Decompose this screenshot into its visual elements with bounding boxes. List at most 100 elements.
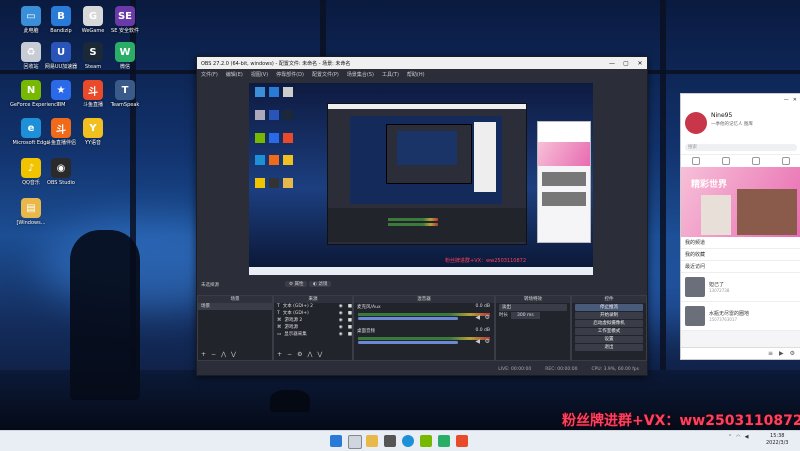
transition-select[interactable]: 淡出 [499, 304, 567, 311]
minimize-icon[interactable]: — [605, 60, 619, 67]
video-icon[interactable]: ▶ [779, 350, 784, 357]
desktop-icon[interactable]: ▤ [Windows... [16, 198, 46, 226]
menu-edit[interactable]: 编辑(E) [226, 71, 243, 78]
remove-icon[interactable]: − [287, 351, 292, 358]
list-item[interactable]: 我的频道 [681, 237, 800, 249]
eye-icon[interactable]: ◉ [339, 303, 343, 310]
gear-icon[interactable]: ⚙ [297, 351, 302, 358]
sources-panel: 来源 T 文本 (GDI+) 2 ◉ ■ T 文本 (GDI+) ◉ ■ ⌘ 游戏源 2 ◉ ■ … [273, 295, 353, 361]
menu-docks[interactable]: 停靠部件(D) [276, 71, 304, 78]
eye-icon[interactable]: ◉ [339, 310, 343, 317]
wifi-icon[interactable]: ◠ [736, 434, 740, 440]
qq-music-icon[interactable] [420, 435, 432, 447]
list-item[interactable]: 最近访问 [681, 261, 800, 273]
lock-icon[interactable]: ■ [348, 324, 352, 331]
gear-icon[interactable]: ⚙ [485, 314, 490, 321]
chevron-up-icon[interactable]: ⌃ [728, 434, 732, 440]
channel-tab-icon[interactable] [752, 157, 760, 165]
source-item[interactable]: ⌘ 游戏源 2 ◉ ■ [274, 317, 352, 324]
down-icon[interactable]: ⋁ [231, 351, 236, 358]
minimize-icon[interactable]: — [784, 97, 789, 103]
task-view-icon[interactable] [384, 435, 396, 447]
eye-icon[interactable]: ◉ [339, 324, 343, 331]
gear-icon[interactable]: ⚙ [485, 338, 490, 345]
source-item[interactable]: T 文本 (GDI+) ◉ ■ [274, 310, 352, 317]
mixer-channel-name: 桌面音频 [357, 329, 375, 334]
speaker-icon[interactable]: ◀ [475, 314, 480, 321]
file-explorer-icon[interactable] [366, 435, 378, 447]
transitions-panel: 转场特效 淡出 时长 300 ms [495, 295, 571, 361]
stop-streaming-button[interactable]: 停止推流 [575, 304, 643, 311]
eye-icon[interactable]: ◉ [339, 317, 343, 324]
lock-icon[interactable]: ■ [348, 331, 352, 338]
up-icon[interactable]: ⋀ [221, 351, 226, 358]
speaker-icon[interactable]: ◀ [745, 434, 749, 440]
up-icon[interactable]: ⋀ [307, 351, 312, 358]
close-icon[interactable]: ✕ [793, 97, 797, 103]
avatar[interactable] [685, 112, 707, 134]
desktop-icon[interactable]: Y YY语音 [78, 118, 108, 146]
desktop-icon[interactable]: T TeamSpeak [110, 80, 140, 108]
close-icon[interactable]: ✕ [633, 60, 647, 67]
exit-button[interactable]: 退出 [575, 344, 643, 351]
douyu-icon[interactable] [456, 435, 468, 447]
message-tab-icon[interactable] [692, 157, 700, 165]
gear-icon[interactable]: ⚙ [790, 350, 795, 357]
clock[interactable]: 15:38 2022/3/3 [766, 433, 788, 447]
menu-icon[interactable]: ≡ [768, 350, 773, 357]
volume-slider[interactable] [358, 341, 458, 344]
obs-window[interactable]: OBS 27.2.0 (64-bit, windows) - 配置文件: 未命名… [196, 56, 648, 376]
maximize-icon[interactable]: ▢ [619, 60, 633, 67]
search-icon[interactable] [348, 435, 362, 449]
list-item[interactable]: 水瓶无尽雷的圈地 15073763017 [681, 302, 800, 331]
wechat-icon[interactable] [438, 435, 450, 447]
studio-mode-button[interactable]: 工作室模式 [575, 328, 643, 335]
speaker-icon[interactable]: ◀ [475, 338, 480, 345]
add-icon[interactable]: + [201, 351, 206, 358]
start-virtual-camera-button[interactable]: 启动虚拟摄像机 [575, 320, 643, 327]
menu-profile[interactable]: 配置文件(P) [312, 71, 339, 78]
qq-banner[interactable]: 精彩世界 [681, 167, 800, 237]
down-icon[interactable]: ⋁ [317, 351, 322, 358]
add-icon[interactable]: + [277, 351, 282, 358]
menu-file[interactable]: 文件(F) [201, 71, 218, 78]
text-icon: T [277, 304, 280, 309]
space-tab-icon[interactable] [782, 157, 790, 165]
edge-icon[interactable] [402, 435, 414, 447]
search-input[interactable]: 搜索 [685, 144, 797, 151]
cat-silhouette [270, 390, 310, 412]
filters-button[interactable]: ◐ 滤镜 [309, 281, 332, 287]
qq-window[interactable]: Nine95 一季他的记忆人 图库 搜索 — ✕ 精彩世界 我的频道 我的收藏 最… [680, 93, 800, 360]
properties-button[interactable]: ⚙ 属性 [285, 281, 308, 287]
transitions-panel-title: 转场特效 [496, 296, 570, 303]
menu-tools[interactable]: 工具(T) [382, 71, 399, 78]
eye-icon[interactable]: ◉ [339, 331, 343, 338]
desktop-icon-label: YY语音 [84, 140, 102, 146]
source-item[interactable]: ⌘ 游戏源 ◉ ■ [274, 324, 352, 331]
desktop-icon[interactable]: SE SE 安全软件 [110, 6, 140, 34]
list-item[interactable]: 妲己了 13072738 [681, 273, 800, 302]
start-recording-button[interactable]: 开始录制 [575, 312, 643, 319]
start-icon[interactable] [330, 435, 342, 447]
obs-titlebar[interactable]: OBS 27.2.0 (64-bit, windows) - 配置文件: 未命名… [197, 57, 647, 69]
volume-slider[interactable] [358, 317, 458, 320]
desktop-icon[interactable]: W 微信 [110, 42, 140, 70]
contacts-tab-icon[interactable] [722, 157, 730, 165]
duration-input[interactable]: 300 ms [511, 312, 540, 319]
scene-item[interactable]: 场景 [198, 303, 272, 310]
source-item-label: 显示器采集 [284, 332, 307, 337]
lock-icon[interactable]: ■ [348, 317, 352, 324]
desktop-icon[interactable]: ◉ OBS Studio [46, 158, 76, 186]
menu-view[interactable]: 视图(V) [251, 71, 268, 78]
list-item[interactable]: 我的收藏 [681, 249, 800, 261]
lock-icon[interactable]: ■ [348, 303, 352, 310]
menu-scene-collection[interactable]: 场景集合(S) [347, 71, 374, 78]
remove-icon[interactable]: − [211, 351, 216, 358]
settings-button[interactable]: 设置 [575, 336, 643, 343]
source-item[interactable]: ▭ 显示器采集 ◉ ■ [274, 331, 352, 338]
banner-title: 精彩世界 [691, 180, 728, 190]
source-item[interactable]: T 文本 (GDI+) 2 ◉ ■ [274, 303, 352, 310]
obs-preview[interactable]: 粉丝牌进群+VX：ww2503110872 [249, 83, 593, 275]
menu-help[interactable]: 帮助(H) [407, 71, 425, 78]
lock-icon[interactable]: ■ [348, 310, 352, 317]
